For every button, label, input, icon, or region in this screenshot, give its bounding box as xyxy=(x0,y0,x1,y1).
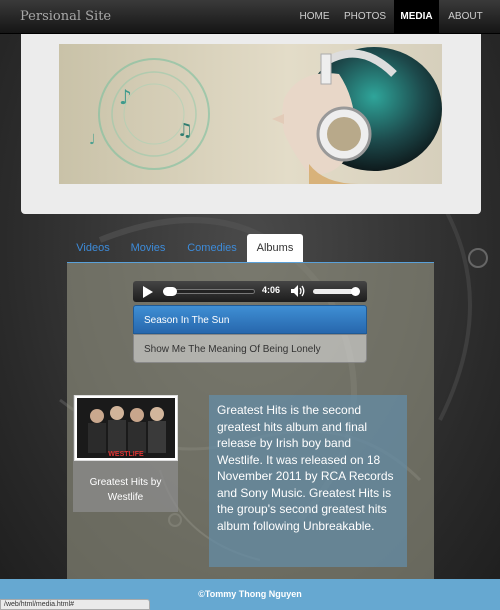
album-card[interactable]: WESTLIFE Greatest Hits by Westlife xyxy=(73,395,178,512)
track-time: 4:06 xyxy=(262,285,281,295)
track-show-me-the-meaning[interactable]: Show Me The Meaning Of Being Lonely xyxy=(133,334,367,363)
top-navbar: Persional Site HOME PHOTOS MEDIA ABOUT xyxy=(0,0,500,34)
album-cover-image[interactable]: WESTLIFE xyxy=(74,395,178,461)
nav-about[interactable]: ABOUT xyxy=(443,0,488,34)
track-season-in-the-sun[interactable]: Season In The Sun xyxy=(133,305,367,334)
svg-text:♪: ♪ xyxy=(119,85,132,109)
play-icon[interactable] xyxy=(143,286,153,298)
tab-movies[interactable]: Movies xyxy=(122,234,174,262)
svg-text:♫: ♫ xyxy=(177,120,193,141)
album-description: Greatest Hits is the second greatest hit… xyxy=(209,395,407,567)
tab-comedies[interactable]: Comedies xyxy=(180,234,244,262)
browser-status-url: /web/html/media.html# xyxy=(0,599,150,610)
nav-photos[interactable]: PHOTOS xyxy=(339,0,391,34)
hero-image: ♪ ♫ ♩ xyxy=(59,44,442,184)
site-brand[interactable]: Persional Site xyxy=(20,9,111,24)
svg-text:♩: ♩ xyxy=(89,132,96,148)
album-caption: Greatest Hits by Westlife xyxy=(89,477,162,503)
album-cover-logo: WESTLIFE xyxy=(108,451,144,458)
volume-handle[interactable] xyxy=(350,287,360,296)
nav-home[interactable]: HOME xyxy=(292,0,337,34)
audio-player: 4:06 xyxy=(133,281,367,302)
volume-icon[interactable] xyxy=(290,284,306,298)
nav-media[interactable]: MEDIA xyxy=(394,0,439,34)
tab-albums[interactable]: Albums xyxy=(247,234,303,262)
tab-videos[interactable]: Videos xyxy=(67,234,119,262)
seek-handle[interactable] xyxy=(163,287,177,296)
